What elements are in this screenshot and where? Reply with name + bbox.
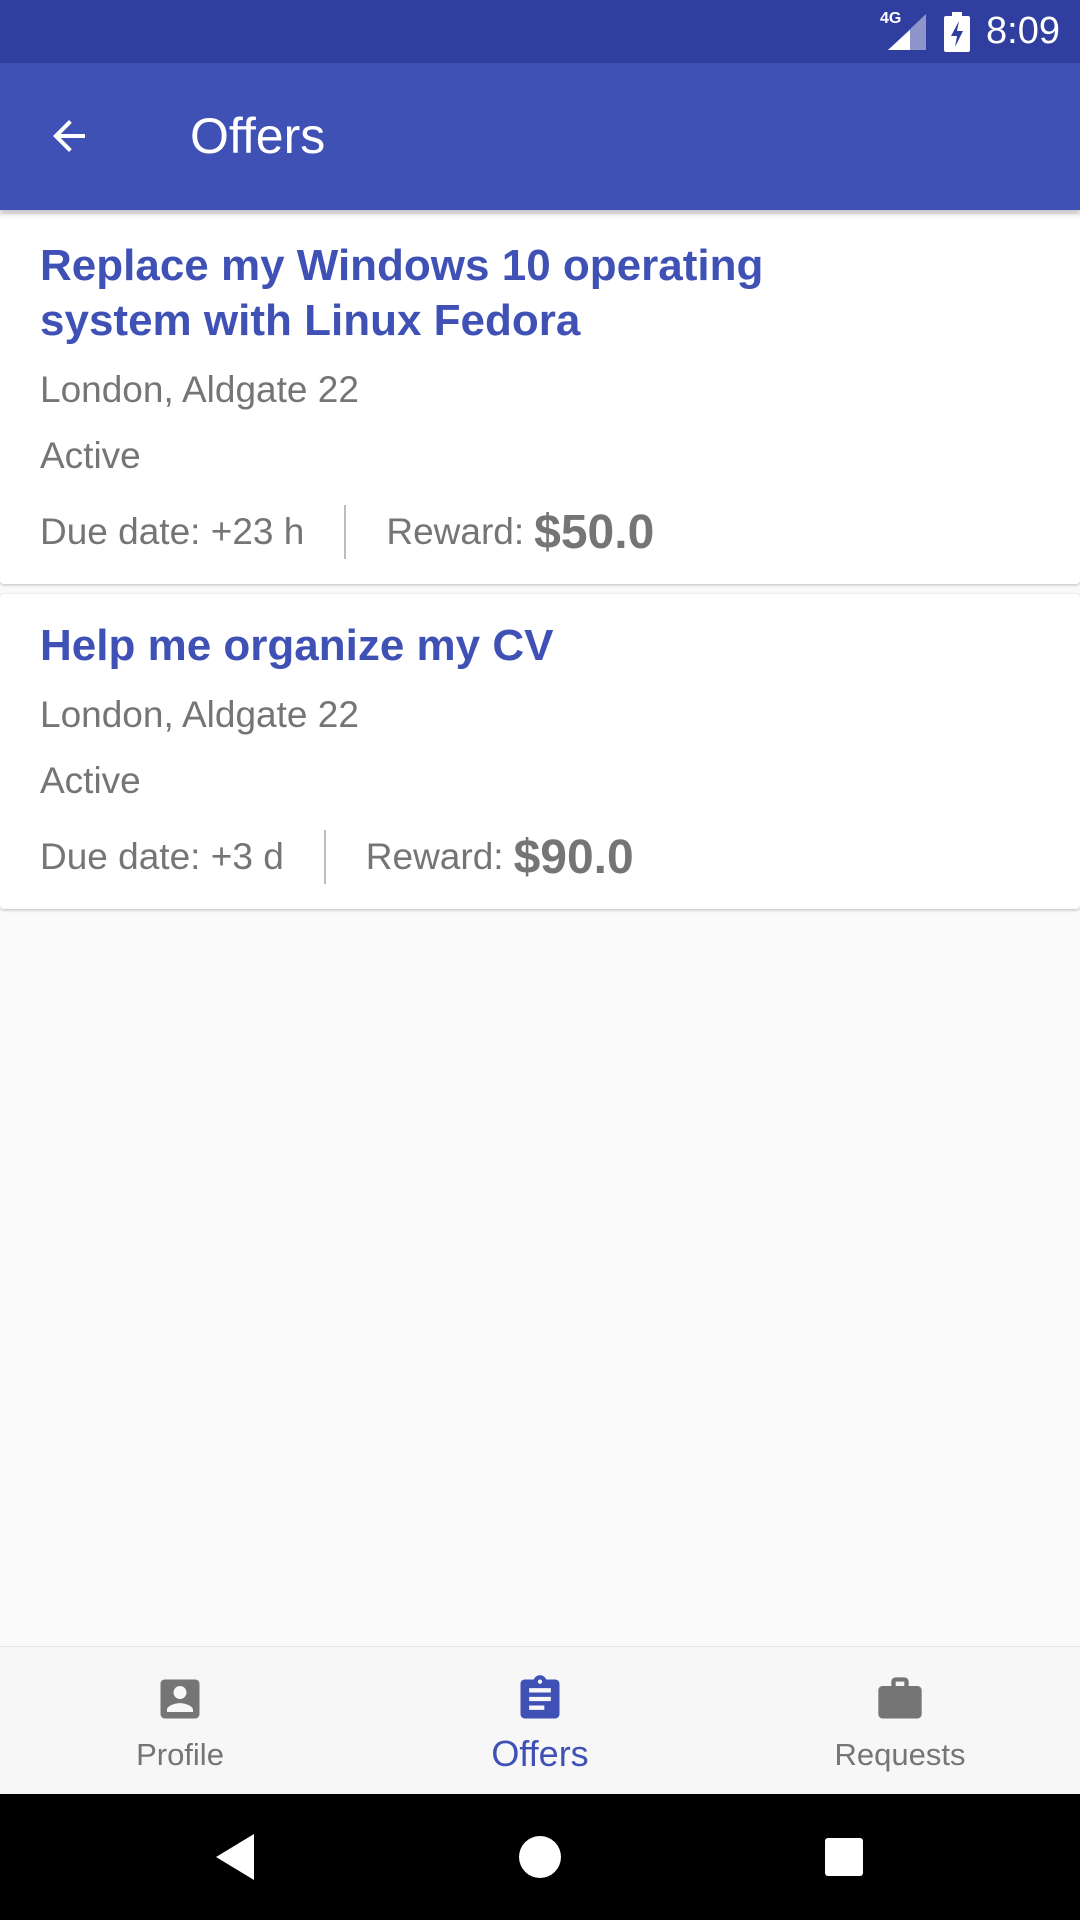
offer-location: London, Aldgate 22 [40, 694, 359, 735]
due-date: Due date: +23 h [40, 511, 305, 552]
briefcase-icon [874, 1673, 926, 1725]
account-box-icon [154, 1673, 206, 1725]
offer-status: Active [40, 760, 141, 801]
status-time: 8:09 [986, 10, 1060, 52]
bottom-navigation: Profile Offers Requests [0, 1646, 1080, 1794]
page-title: Offers [190, 108, 326, 164]
reward-amount: $50.0 [534, 505, 655, 559]
back-triangle-icon[interactable] [206, 1827, 266, 1887]
nav-label-requests: Requests [834, 1737, 966, 1772]
offer-status: Active [40, 435, 141, 476]
offer-title[interactable]: Help me organize my CV [40, 618, 860, 673]
back-button[interactable] [36, 103, 102, 169]
offer-location: London, Aldgate 22 [40, 369, 359, 410]
divider [323, 830, 326, 884]
system-navigation-bar [0, 1794, 1080, 1920]
reward-label: Reward: [365, 836, 504, 877]
status-bar: 4G 8:09 [0, 0, 1080, 63]
reward-label: Reward: [386, 511, 525, 552]
offer-title[interactable]: Replace my Windows 10 operating system w… [40, 238, 860, 348]
offer-card[interactable]: Replace my Windows 10 operating system w… [0, 214, 1080, 584]
app-bar: Offers [0, 63, 1080, 210]
divider [344, 505, 347, 559]
recents-square-icon[interactable] [814, 1827, 874, 1887]
battery-charging-icon [944, 11, 971, 52]
home-circle-icon[interactable] [510, 1827, 570, 1887]
nav-label-offers: Offers [491, 1733, 589, 1774]
offer-card[interactable]: Help me organize my CV London, Aldgate 2… [0, 594, 1080, 909]
status-icons: 4G 8:09 [880, 0, 1060, 63]
arrow-back-icon [53, 120, 85, 152]
offer-meta: Due date: +23 h Reward: $50.0 [40, 502, 1040, 562]
nav-label-profile: Profile [136, 1737, 224, 1772]
clipboard-icon [514, 1673, 566, 1725]
nav-item-requests[interactable]: Requests [720, 1647, 1080, 1794]
reward-amount: $90.0 [513, 830, 634, 884]
offer-meta: Due date: +3 d Reward: $90.0 [40, 827, 1040, 887]
nav-item-offers[interactable]: Offers [360, 1647, 720, 1794]
due-date: Due date: +3 d [40, 836, 284, 877]
nav-item-profile[interactable]: Profile [0, 1647, 360, 1794]
offer-list: Replace my Windows 10 operating system w… [0, 214, 1080, 919]
cell-signal-icon: 4G [880, 10, 928, 52]
